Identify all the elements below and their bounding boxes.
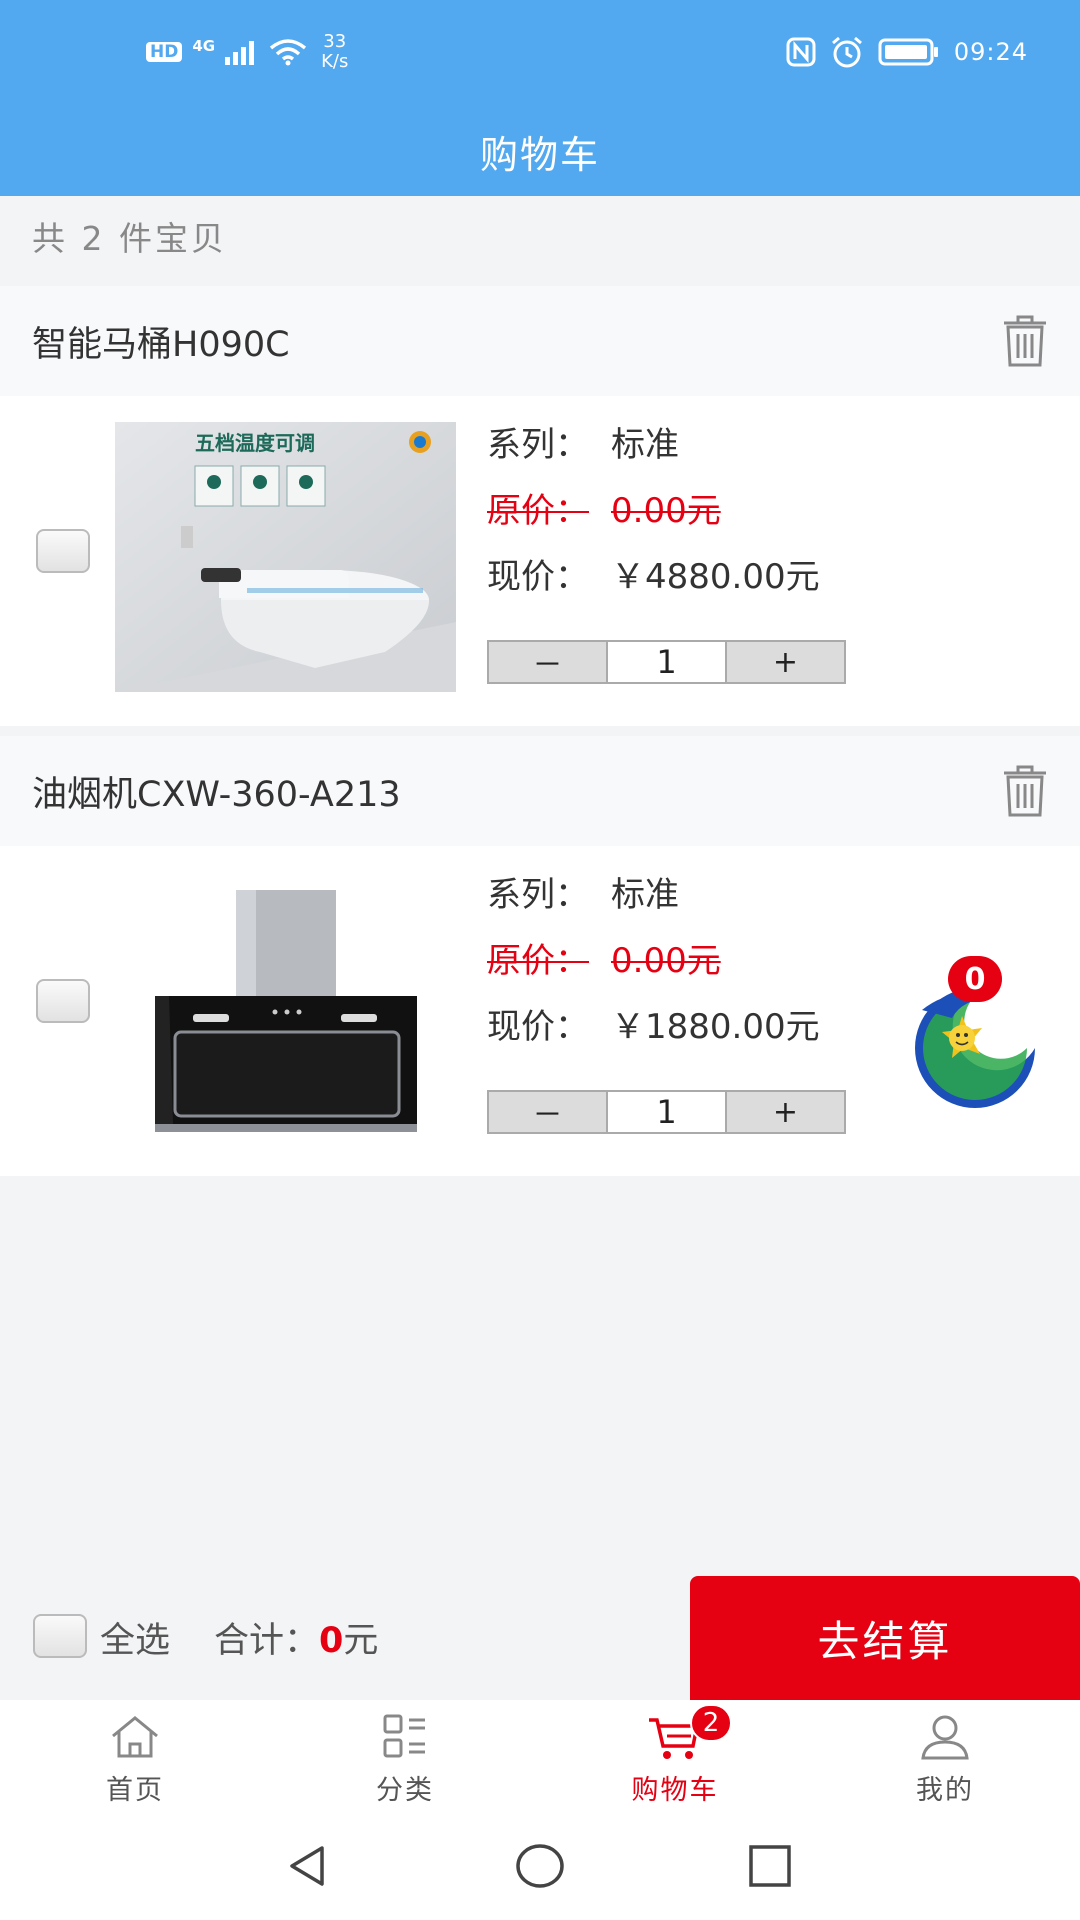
image-caption: 五档温度可调 xyxy=(195,431,315,455)
user-icon xyxy=(921,1715,969,1760)
item-checkbox[interactable] xyxy=(36,529,90,573)
trash-icon[interactable] xyxy=(1000,764,1050,818)
decrease-button[interactable]: － xyxy=(489,642,606,683)
current-price: ￥1880.00元 xyxy=(611,1007,820,1047)
series-value: 标准 xyxy=(611,875,679,915)
bottom-tab-bar: 首页 分类 购物车 2 我的 xyxy=(0,1700,1080,1812)
original-price-label: 原价： xyxy=(487,491,589,531)
cart-count-badge: 2 xyxy=(690,1704,732,1742)
home-icon xyxy=(112,1716,158,1758)
back-icon[interactable] xyxy=(284,1842,332,1890)
trash-icon[interactable] xyxy=(1000,314,1050,368)
decrease-button[interactable]: － xyxy=(489,1092,606,1133)
title-bar: 购物车 xyxy=(0,106,1080,196)
current-price-label: 现价： xyxy=(487,1007,589,1047)
item-info: 系列： 标准 原价： 0.00元 现价： ￥4880.00元 xyxy=(487,412,820,610)
recent-apps-icon[interactable] xyxy=(746,1842,794,1890)
total-unit: 元 xyxy=(343,1621,379,1661)
signal-icon xyxy=(225,41,255,65)
clock: 09:24 xyxy=(953,38,1028,66)
nfc-icon xyxy=(786,37,816,67)
quantity-value[interactable]: 1 xyxy=(606,1092,727,1132)
hd-indicator: HD xyxy=(146,42,183,62)
select-all-label[interactable]: 全选 xyxy=(100,1612,170,1663)
page-title: 购物车 xyxy=(479,132,600,177)
home-circle-icon[interactable] xyxy=(514,1842,566,1890)
tab-category[interactable]: 分类 xyxy=(270,1700,540,1812)
status-bar: HD 4G 33 K/s 09:24 xyxy=(0,0,1080,106)
network-speed: 33 K/s xyxy=(321,32,348,72)
checkout-bar: 全选 合计：0元 去结算 xyxy=(0,1574,1080,1700)
product-name: 智能马桶H090C xyxy=(32,324,290,365)
item-count: 共 2 件宝贝 xyxy=(32,219,227,258)
tab-home[interactable]: 首页 xyxy=(0,1700,270,1812)
toilet-product-image: 五档温度可调 xyxy=(115,422,456,692)
cart-item-header: 油烟机CXW-360-A213 xyxy=(0,736,1080,846)
item-info: 系列： 标准 原价： 0.00元 现价： ￥1880.00元 xyxy=(487,862,820,1060)
product-name: 油烟机CXW-360-A213 xyxy=(32,774,401,815)
quantity-stepper: － 1 + xyxy=(487,1090,846,1134)
cart-item: 智能马桶H090C 五档温度可调 系列： 标准 原价： 0.00元 现价： ￥4… xyxy=(0,286,1080,726)
quantity-value[interactable]: 1 xyxy=(606,642,727,682)
increase-button[interactable]: + xyxy=(727,642,844,682)
range-hood-product-image xyxy=(115,872,456,1142)
speed-unit: K/s xyxy=(321,51,349,72)
alarm-icon xyxy=(831,36,862,68)
series-label: 系列： xyxy=(487,875,589,915)
tab-label: 首页 xyxy=(106,1775,164,1806)
cart-item-header: 智能马桶H090C xyxy=(0,286,1080,396)
network-type: 4G xyxy=(192,37,216,55)
tab-label: 我的 xyxy=(916,1775,974,1806)
wifi-icon xyxy=(269,39,307,66)
floating-badge: 0 xyxy=(948,956,1002,1002)
increase-button[interactable]: + xyxy=(727,1092,844,1132)
current-price: ￥4880.00元 xyxy=(611,557,820,597)
category-icon xyxy=(383,1714,425,1758)
cart-item-body: 五档温度可调 系列： 标准 原价： 0.00元 现价： ￥4880.00元 － 1 + xyxy=(0,396,1080,726)
tab-cart[interactable]: 购物车 2 xyxy=(540,1700,810,1812)
tab-label: 购物车 xyxy=(631,1775,719,1806)
total-label: 合计： xyxy=(214,1621,320,1661)
tab-label: 分类 xyxy=(376,1775,434,1806)
series-value: 标准 xyxy=(611,425,679,465)
quantity-stepper: － 1 + xyxy=(487,640,846,684)
system-nav-bar xyxy=(0,1812,1080,1920)
current-price-label: 现价： xyxy=(487,557,589,597)
checkout-button[interactable]: 去结算 xyxy=(690,1576,1080,1700)
total-value: 0 xyxy=(319,1621,344,1661)
total: 合计：0元 xyxy=(214,1612,378,1663)
original-price: 0.00元 xyxy=(611,491,721,531)
select-all-checkbox[interactable] xyxy=(33,1614,87,1658)
original-price: 0.00元 xyxy=(611,941,721,981)
tab-profile[interactable]: 我的 xyxy=(810,1700,1080,1812)
original-price-label: 原价： xyxy=(487,941,589,981)
item-checkbox[interactable] xyxy=(36,979,90,1023)
battery-icon xyxy=(878,38,938,66)
series-label: 系列： xyxy=(487,425,589,465)
speed-value: 33 xyxy=(323,31,347,52)
